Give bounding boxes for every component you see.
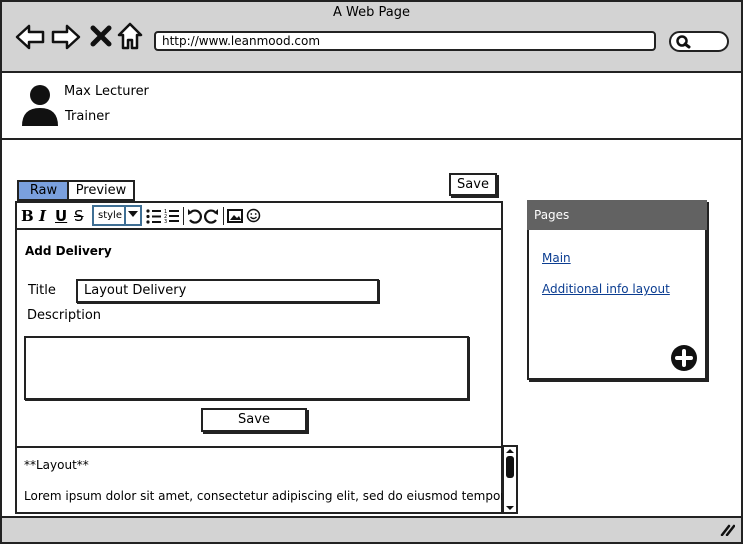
underline-icon[interactable]: U <box>55 208 67 224</box>
scroll-up-icon[interactable] <box>505 448 515 454</box>
form-save-button[interactable]: Save <box>201 408 307 432</box>
url-bar[interactable]: http://www.leanmood.com <box>154 31 656 51</box>
strikethrough-icon[interactable]: S <box>74 208 84 224</box>
save-button[interactable]: Save <box>449 173 497 196</box>
scroll-down-icon[interactable] <box>505 505 515 511</box>
add-page-icon[interactable] <box>670 344 698 372</box>
toolbar-divider <box>183 207 184 225</box>
description-textarea[interactable] <box>24 336 469 400</box>
back-arrow-icon[interactable] <box>15 22 45 52</box>
preview-body: Lorem ipsum dolor sit amet, consectetur … <box>24 489 502 503</box>
stop-x-icon[interactable] <box>89 24 113 48</box>
user-name: Max Lecturer <box>64 84 149 99</box>
bold-icon[interactable]: B <box>21 208 34 224</box>
forward-arrow-icon[interactable] <box>51 22 81 52</box>
editor-toolbar: B I U S style 123 <box>15 201 503 230</box>
home-icon[interactable] <box>117 22 143 50</box>
tab-preview[interactable]: Preview <box>67 180 135 201</box>
tab-raw[interactable]: Raw <box>17 180 68 201</box>
numbered-list-icon[interactable]: 123 <box>164 208 180 224</box>
browser-search-box[interactable] <box>669 31 729 52</box>
user-avatar-icon <box>22 85 58 126</box>
resize-grip-icon[interactable] <box>719 524 735 536</box>
user-header <box>0 71 743 140</box>
preview-heading: **Layout** <box>24 458 89 472</box>
scroll-thumb[interactable] <box>506 456 514 478</box>
toolbar-divider <box>223 207 224 225</box>
redo-icon[interactable] <box>204 208 219 224</box>
user-role: Trainer <box>65 109 110 124</box>
title-input[interactable]: Layout Delivery <box>76 279 379 303</box>
image-icon[interactable] <box>227 209 243 223</box>
status-bar <box>0 516 743 544</box>
title-label: Title <box>28 283 56 298</box>
bullet-list-icon[interactable] <box>146 209 162 224</box>
chevron-down-icon <box>128 211 138 217</box>
style-dropdown-value: style <box>98 210 122 221</box>
preview-scrollbar[interactable] <box>502 445 518 514</box>
style-dropdown-arrow[interactable] <box>124 205 144 226</box>
undo-icon[interactable] <box>187 208 202 224</box>
pages-heading: Pages <box>527 200 707 230</box>
page-link-main[interactable]: Main <box>542 251 571 265</box>
page-link-additional-info-layout[interactable]: Additional info layout <box>542 282 670 296</box>
window-title: A Web Page <box>333 5 410 20</box>
form-heading: Add Delivery <box>25 244 112 258</box>
search-icon <box>676 35 691 49</box>
description-label: Description <box>27 308 102 323</box>
italic-icon[interactable]: I <box>39 208 46 224</box>
svg-text:3: 3 <box>164 219 167 224</box>
smiley-icon[interactable] <box>246 208 261 223</box>
